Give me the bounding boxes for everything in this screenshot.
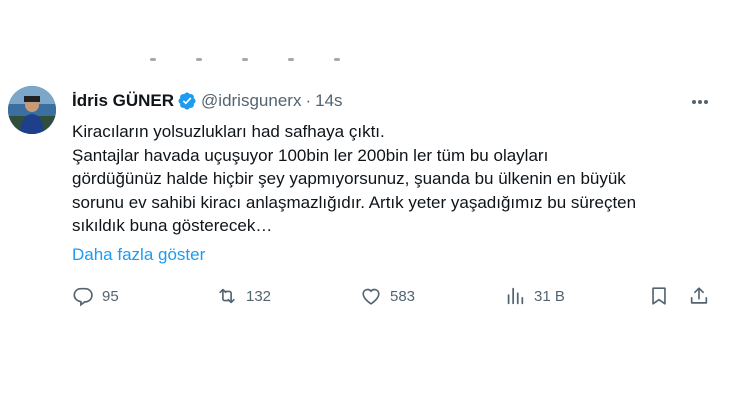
author-name[interactable]: İdris GÜNER <box>72 90 174 112</box>
bookmark-icon <box>652 287 666 305</box>
tweet[interactable]: İdris GÜNER @idrisgunerx · 14s Kiracılar… <box>0 0 730 420</box>
like-icon <box>362 288 380 305</box>
action-bar: 95 132 583 31 B <box>64 285 714 311</box>
tweet-text-line: Kiracıların yolsuzlukları had safhaya çı… <box>72 122 385 141</box>
share-icon <box>690 287 708 304</box>
retweet-button[interactable]: 132 <box>216 285 271 307</box>
reply-count: 95 <box>102 287 119 305</box>
tweet-text-line: sıkıldık buna gösterecek… <box>72 216 273 235</box>
tweet-text: Kiracıların yolsuzlukları had safhaya çı… <box>72 120 712 238</box>
views-button[interactable]: 31 B <box>504 285 565 307</box>
author-handle[interactable]: @idrisgunerx <box>201 90 301 112</box>
more-options-icon[interactable] <box>690 94 710 110</box>
retweet-icon <box>219 288 235 304</box>
views-count: 31 B <box>534 287 565 305</box>
verified-badge-icon[interactable] <box>177 91 197 111</box>
bookmark-button[interactable] <box>648 285 670 307</box>
separator-dot: · <box>305 91 312 110</box>
show-more-link[interactable]: Daha fazla göster <box>72 245 205 265</box>
retweet-count: 132 <box>246 287 272 305</box>
avatar[interactable] <box>8 86 56 134</box>
like-count: 583 <box>390 287 416 305</box>
share-button[interactable] <box>688 285 710 307</box>
tweet-text-line: sorunu ev sahibi kiracı anlaşmazlığıdır.… <box>72 192 637 212</box>
tweet-header: İdris GÜNER @idrisgunerx · 14s <box>72 90 343 112</box>
tweet-text-line: gördüğünüz halde hiçbir şey yapmıyorsunu… <box>72 169 626 188</box>
like-button[interactable]: 583 <box>360 285 415 307</box>
tweet-text-line: Şantajlar havada uçuşuyor 100bin ler 200… <box>72 145 549 165</box>
reply-button[interactable]: 95 <box>72 285 119 307</box>
timestamp[interactable]: 14s <box>315 90 342 112</box>
views-icon <box>507 287 524 305</box>
reply-icon <box>73 287 93 307</box>
